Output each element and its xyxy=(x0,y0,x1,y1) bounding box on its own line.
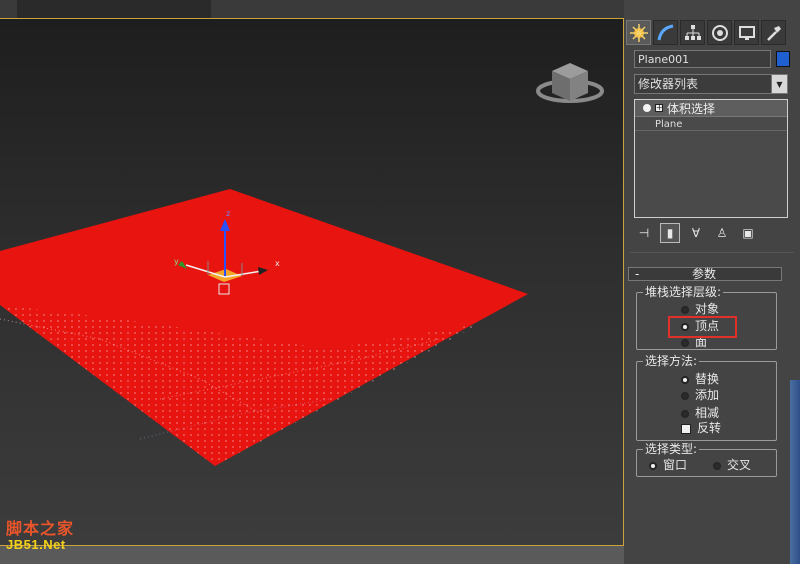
motion-icon[interactable] xyxy=(707,20,732,45)
gizmo-x-label: x xyxy=(275,259,280,268)
command-panel-tabs xyxy=(626,20,786,46)
remove-modifier-icon[interactable]: ♙ xyxy=(712,223,732,243)
status-strip xyxy=(0,546,624,564)
radio-object-label: 对象 xyxy=(695,302,720,316)
radio-replace-label: 替换 xyxy=(695,372,720,386)
utilities-icon[interactable] xyxy=(761,20,786,45)
panel-edge xyxy=(790,380,800,564)
show-end-result-icon[interactable]: ▮ xyxy=(660,223,680,243)
object-name-field[interactable]: Plane001 xyxy=(634,50,771,68)
invert-check-box[interactable] xyxy=(681,423,691,434)
invert-checkbox[interactable]: 反转 xyxy=(681,422,721,435)
parameters-rollout-header[interactable]: - 参数 xyxy=(628,267,782,281)
stack-item-volume-select[interactable]: + 体积选择 xyxy=(635,100,787,116)
radio-object-button[interactable] xyxy=(681,305,689,314)
modifier-stack[interactable]: + 体积选择 Plane xyxy=(634,99,788,218)
rollout-title: 参数 xyxy=(691,267,716,281)
site-watermark: 脚本之家 JB51.Net xyxy=(6,520,74,552)
radio-subtract-label: 相减 xyxy=(695,406,720,420)
radio-replace[interactable]: 替换 xyxy=(681,373,719,386)
viewcube-icon[interactable] xyxy=(536,63,604,103)
modify-icon[interactable] xyxy=(653,20,678,45)
invert-label: 反转 xyxy=(697,421,722,435)
radio-subtract-button[interactable] xyxy=(681,409,689,418)
radio-window-label: 窗口 xyxy=(663,458,688,472)
select-type-group: 选择类型: 窗口 交叉 xyxy=(636,443,777,477)
make-unique-icon[interactable]: ∀ xyxy=(686,223,706,243)
watermark-line1: 脚本之家 xyxy=(6,519,75,538)
radio-add[interactable]: 添加 xyxy=(681,389,719,402)
viewport-scene: z x y xyxy=(0,63,604,466)
configure-sets-icon[interactable]: ▣ xyxy=(738,223,758,243)
gizmo-y-label: y xyxy=(174,257,179,266)
radio-face-button[interactable] xyxy=(681,338,689,347)
radio-window-button[interactable] xyxy=(649,461,657,470)
modifier-list-label: 修改器列表 xyxy=(638,77,699,91)
expand-icon[interactable]: + xyxy=(655,104,663,112)
watermark-line2: JB51.Net xyxy=(6,537,66,552)
select-by-title: 选择方法: xyxy=(643,354,700,368)
stack-item-plane[interactable]: Plane xyxy=(635,116,787,131)
stack-level-title: 堆栈选择层级: xyxy=(643,285,724,299)
radio-object[interactable]: 对象 xyxy=(681,303,719,316)
stack-toolbar: ⊣ ▮ ∀ ♙ ▣ xyxy=(634,222,790,244)
stack-item-label: 体积选择 xyxy=(667,101,716,116)
radio-subtract[interactable]: 相减 xyxy=(681,407,719,420)
light-bulb-icon[interactable] xyxy=(643,104,651,112)
perspective-viewport[interactable]: z x y xyxy=(0,18,624,546)
create-icon[interactable] xyxy=(626,20,651,45)
highlight-box xyxy=(668,316,737,338)
modifier-list-dropdown[interactable]: 修改器列表 ▼ xyxy=(634,74,788,94)
chevron-down-icon[interactable]: ▼ xyxy=(771,75,787,93)
radio-replace-button[interactable] xyxy=(681,375,689,384)
radio-crossing-label: 交叉 xyxy=(727,458,752,472)
command-panel: Plane001 修改器列表 ▼ + 体积选择 Plane ⊣ ▮ ∀ ♙ ▣ … xyxy=(624,0,800,564)
radio-add-label: 添加 xyxy=(695,388,720,402)
pin-stack-icon[interactable]: ⊣ xyxy=(634,223,654,243)
plane-mesh[interactable] xyxy=(0,189,528,466)
radio-window[interactable]: 窗口 xyxy=(649,459,687,472)
radio-crossing-button[interactable] xyxy=(713,461,721,470)
radio-add-button[interactable] xyxy=(681,391,689,400)
object-color-swatch[interactable] xyxy=(776,51,790,67)
divider xyxy=(630,252,794,253)
gizmo-z-label: z xyxy=(226,209,230,218)
select-type-title: 选择类型: xyxy=(643,442,700,456)
hierarchy-icon[interactable] xyxy=(680,20,705,45)
radio-crossing[interactable]: 交叉 xyxy=(713,459,751,472)
display-icon[interactable] xyxy=(734,20,759,45)
select-by-group: 选择方法: 替换 添加 相减 反转 xyxy=(636,355,777,441)
